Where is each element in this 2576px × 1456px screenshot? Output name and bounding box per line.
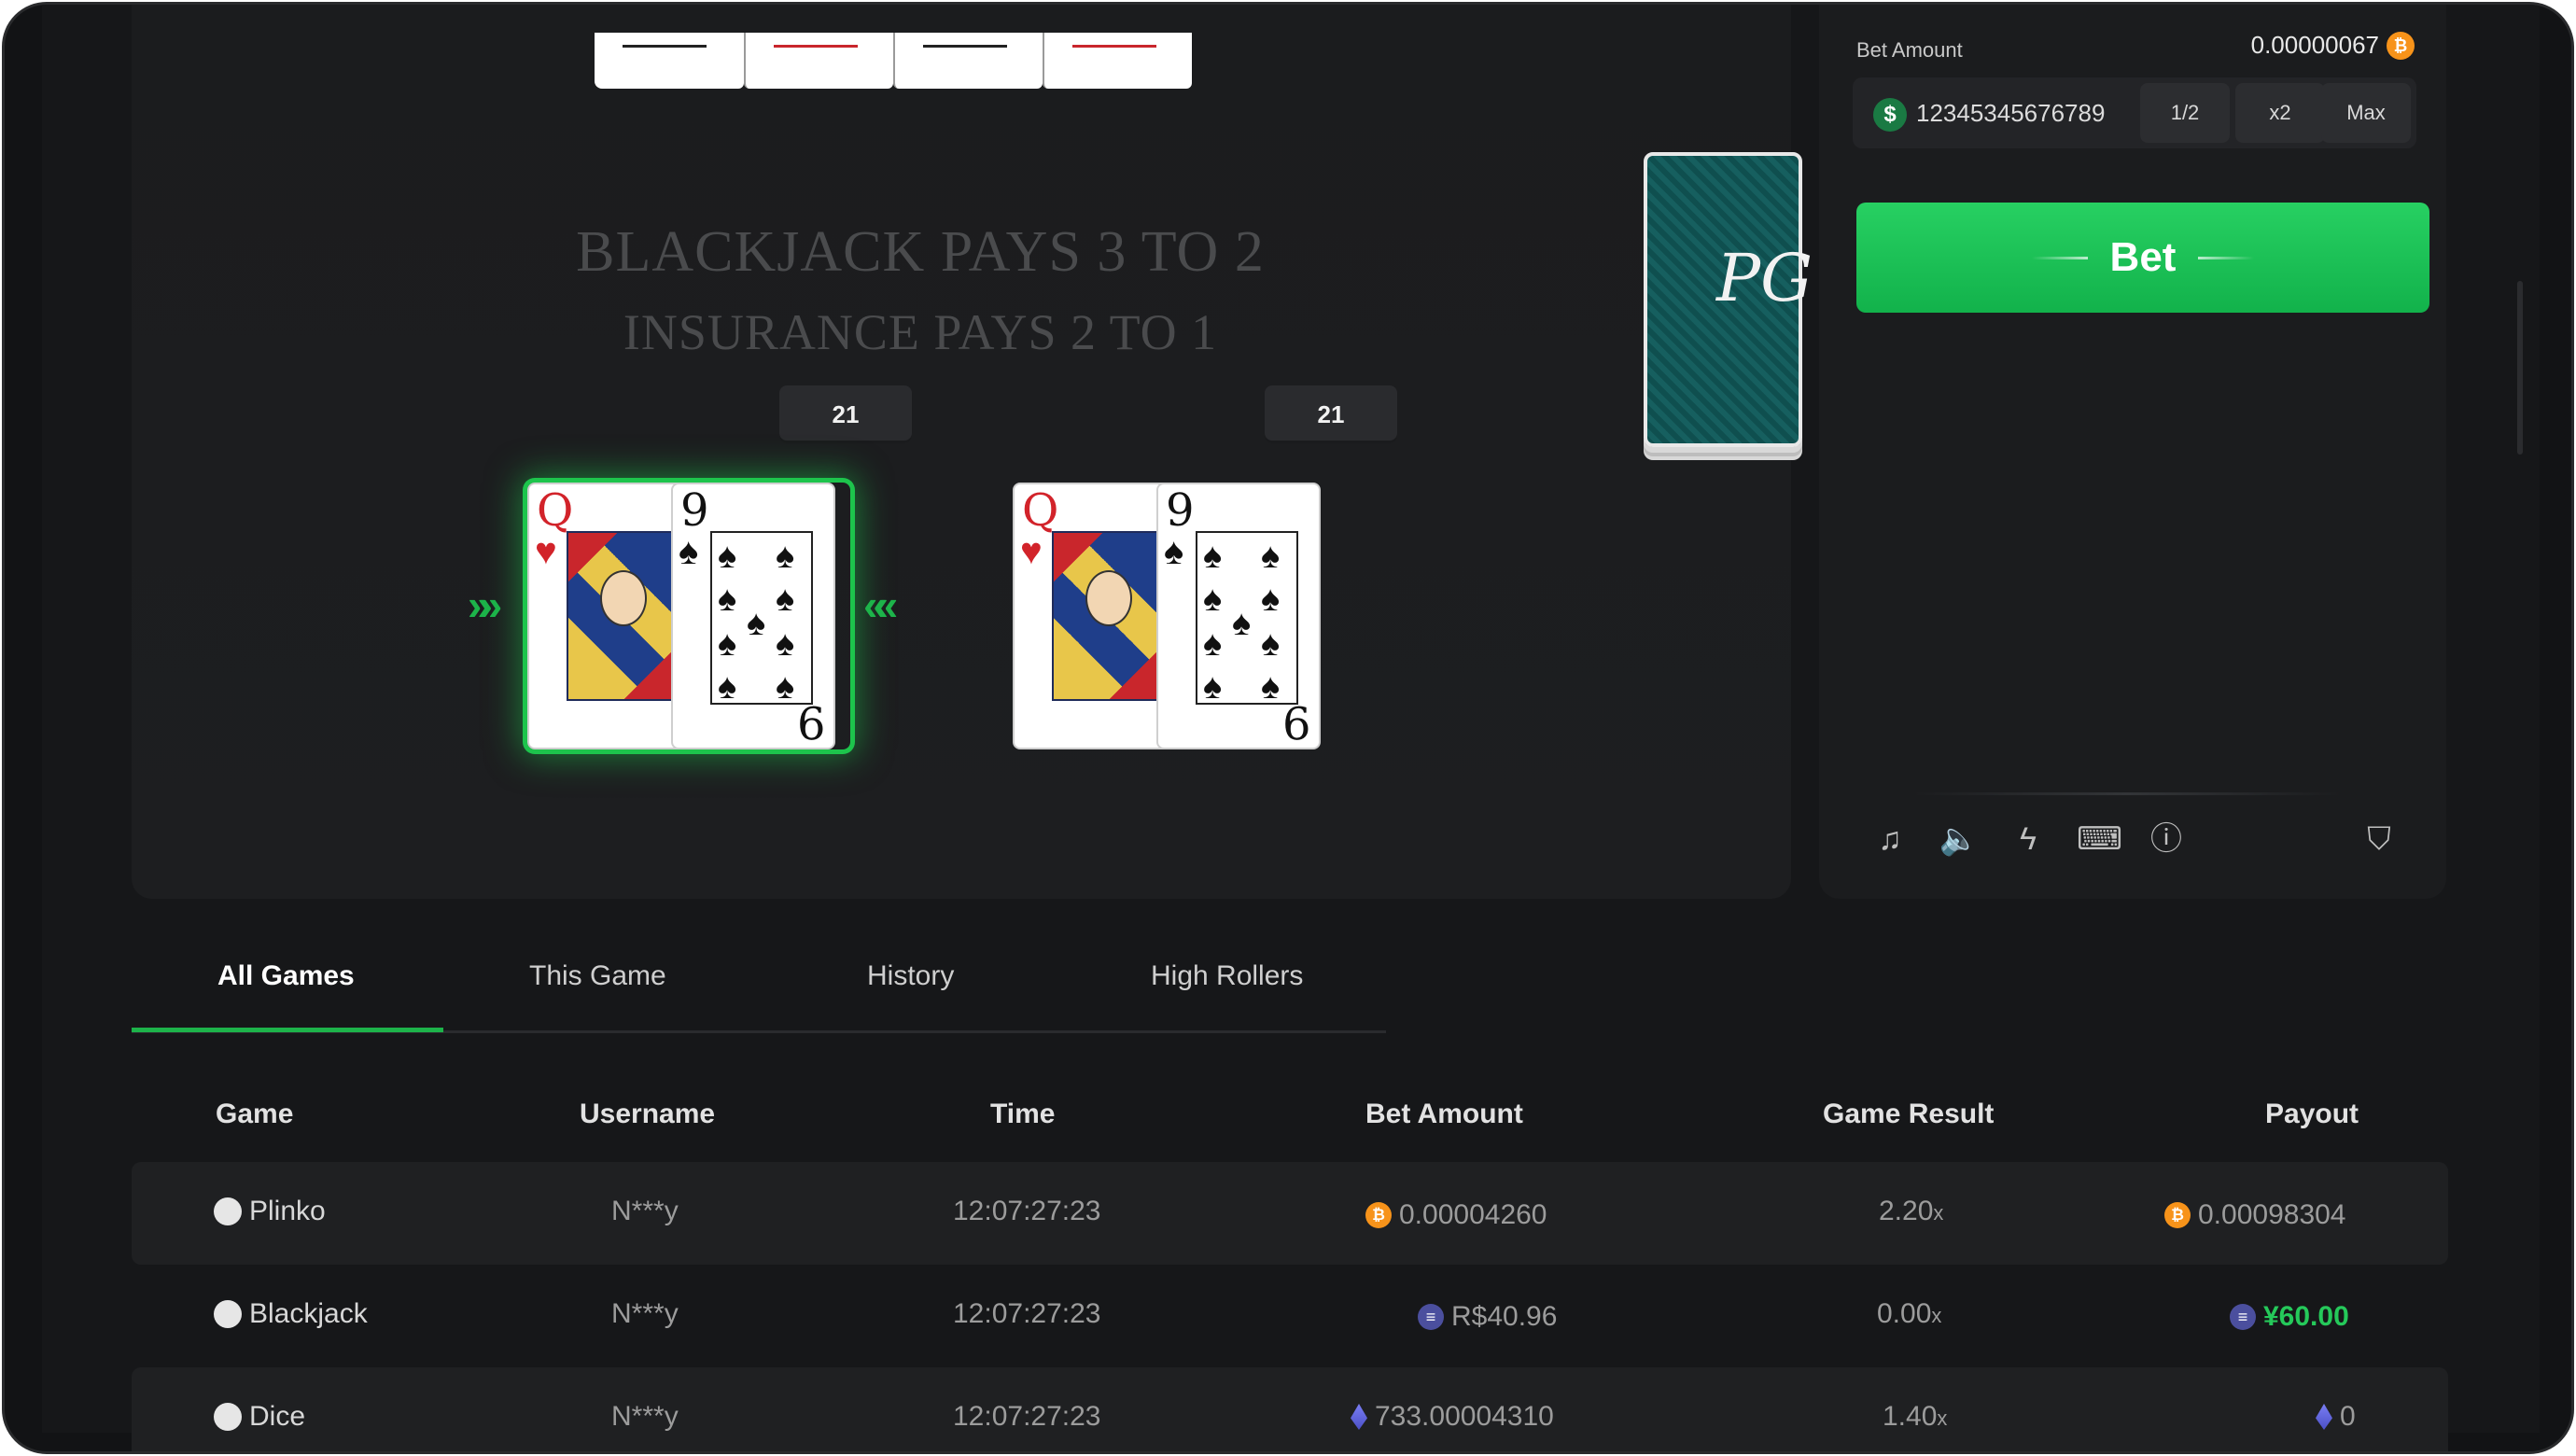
game-name: Dice xyxy=(249,1401,306,1432)
game-name: Plinko xyxy=(249,1196,326,1226)
playing-card: Q ♥ xyxy=(1013,483,1177,749)
queen-face-art xyxy=(1052,531,1160,701)
app-frame: BLACKJACK PAYS 3 TO 2 INSURANCE PAYS 2 T… xyxy=(2,2,2574,1454)
game-result: 1.40 xyxy=(1883,1401,1938,1432)
column-header-game-result: Game Result xyxy=(1823,1099,1995,1129)
username: N***y xyxy=(611,1196,679,1226)
table-row[interactable]: Dice N***y 12:07:27:23 733.00004310 1.40… xyxy=(132,1367,2448,1451)
playing-card: Q ♥ xyxy=(527,483,692,749)
bet-button-label: Bet xyxy=(2109,234,2177,280)
tab-history[interactable]: History xyxy=(867,960,954,992)
max-bet-button[interactable]: Max xyxy=(2321,83,2411,143)
payout: 0 xyxy=(2340,1401,2356,1432)
panel-divider xyxy=(1912,792,2342,795)
queen-face-art xyxy=(567,531,675,701)
tab-this-game[interactable]: This Game xyxy=(529,960,666,992)
game-result: 0.00 xyxy=(1877,1298,1932,1329)
keyboard-icon[interactable]: ⌨ xyxy=(2077,819,2122,860)
bet-amount: 0.00004260 xyxy=(1399,1199,1547,1230)
dealer-hand xyxy=(595,33,1211,89)
music-off-icon[interactable]: ♫ xyxy=(1869,819,1911,860)
bets-tabs: All Games This Game History High Rollers xyxy=(132,942,1386,1033)
shield-check-icon[interactable]: ⛉ xyxy=(2359,819,2400,860)
bet-button[interactable]: Bet xyxy=(1856,203,2429,313)
active-tab-indicator xyxy=(132,1028,443,1032)
double-bet-button[interactable]: x2 xyxy=(2235,83,2325,143)
game-icon xyxy=(214,1300,242,1328)
dealer-card xyxy=(1043,33,1192,89)
bet-amount-input[interactable] xyxy=(1916,94,2140,132)
ethereum-icon xyxy=(2316,1404,2332,1430)
column-header-username: Username xyxy=(580,1099,716,1129)
table-row[interactable]: Blackjack N***y 12:07:27:23 ≡ R$40.96 0.0… xyxy=(132,1265,2448,1367)
time: 12:07:27:23 xyxy=(953,1196,1101,1226)
bitcoin-icon: ₿ xyxy=(2387,31,2415,60)
insurance-payout-text: INSURANCE PAYS 2 TO 1 xyxy=(623,304,1218,360)
dealer-card xyxy=(595,33,744,89)
column-header-payout: Payout xyxy=(2265,1099,2359,1129)
playing-card: 9 ♠ ♠ ♠ ♠ ♠ ♠ ♠ ♠ ♠ ♠ 9 xyxy=(671,483,835,749)
bets-table-header: Game Username Time Bet Amount Game Resul… xyxy=(132,1087,2448,1143)
active-hand-arrow-right-icon: »» xyxy=(468,581,502,629)
username: N***y xyxy=(611,1401,679,1432)
tab-all-games[interactable]: All Games xyxy=(217,960,355,992)
player-hand-active[interactable]: Q ♥ 9 ♠ ♠ ♠ ♠ ♠ ♠ ♠ ♠ ♠ ♠ 9 xyxy=(527,483,850,749)
time: 12:07:27:23 xyxy=(953,1298,1101,1329)
dealer-card xyxy=(744,33,893,89)
payout: 0.00098304 xyxy=(2198,1199,2346,1230)
panel-scrollbar[interactable] xyxy=(2517,281,2523,455)
player-hand[interactable]: Q ♥ 9 ♠ ♠ ♠ ♠ ♠ ♠ ♠ ♠ ♠ ♠ 9 xyxy=(1013,483,1336,749)
hand-score-badge: 21 xyxy=(1265,385,1397,443)
bet-amount: 733.00004310 xyxy=(1375,1401,1554,1432)
info-icon[interactable]: ⓘ xyxy=(2146,819,2187,860)
bet-amount-value: 0.00000067 xyxy=(2250,31,2379,59)
half-bet-button[interactable]: 1/2 xyxy=(2140,83,2230,143)
real-currency-icon: ≡ xyxy=(1418,1304,1444,1330)
bet-amount-display: 0.00000067 ₿ xyxy=(2251,31,2415,60)
payout: ¥60.00 xyxy=(2263,1301,2349,1332)
card-pips: ♠ ♠ ♠ ♠ ♠ ♠ ♠ ♠ ♠ xyxy=(710,531,813,705)
bitcoin-icon: ₿ xyxy=(2164,1202,2191,1228)
tab-high-rollers[interactable]: High Rollers xyxy=(1151,960,1303,992)
game-result: 2.20 xyxy=(1879,1196,1934,1226)
game-name: Blackjack xyxy=(249,1298,368,1329)
sound-icon[interactable]: 🔈 xyxy=(1939,819,1980,860)
bet-amount-field: $ 1/2 x2 Max xyxy=(1853,77,2416,148)
column-header-time: Time xyxy=(990,1099,1056,1129)
username: N***y xyxy=(611,1298,679,1329)
column-header-game: Game xyxy=(216,1099,294,1129)
bet-control-panel: Bet Amount 0.00000067 ₿ $ 1/2 x2 Max Bet… xyxy=(1819,5,2446,899)
playing-card: 9 ♠ ♠ ♠ ♠ ♠ ♠ ♠ ♠ ♠ ♠ 9 xyxy=(1156,483,1321,749)
card-deck: PG xyxy=(1644,152,1813,447)
bitcoin-icon: ₿ xyxy=(1365,1202,1392,1228)
bet-amount: R$40.96 xyxy=(1451,1301,1558,1332)
lightning-icon[interactable]: ϟ xyxy=(2008,819,2049,860)
bet-amount-label: Bet Amount xyxy=(1856,38,1963,62)
dealer-card xyxy=(893,33,1043,89)
card-pips: ♠ ♠ ♠ ♠ ♠ ♠ ♠ ♠ ♠ xyxy=(1196,531,1298,705)
blackjack-payout-text: BLACKJACK PAYS 3 TO 2 xyxy=(576,220,1265,284)
game-board: BLACKJACK PAYS 3 TO 2 INSURANCE PAYS 2 T… xyxy=(132,5,1791,899)
time: 12:07:27:23 xyxy=(953,1401,1101,1432)
deck-logo: PG xyxy=(1716,240,1813,316)
hand-score-badge: 21 xyxy=(779,385,912,443)
real-currency-icon: ≡ xyxy=(2230,1304,2256,1330)
game-icon xyxy=(214,1197,242,1225)
column-header-bet-amount: Bet Amount xyxy=(1365,1099,1523,1129)
ethereum-icon xyxy=(1351,1404,1367,1430)
table-row[interactable]: Plinko N***y 12:07:27:23 ₿ 0.00004260 2.2… xyxy=(132,1162,2448,1265)
active-hand-arrow-left-icon: «« xyxy=(863,581,898,629)
game-icon xyxy=(214,1403,242,1431)
dollar-coin-icon: $ xyxy=(1873,98,1907,132)
